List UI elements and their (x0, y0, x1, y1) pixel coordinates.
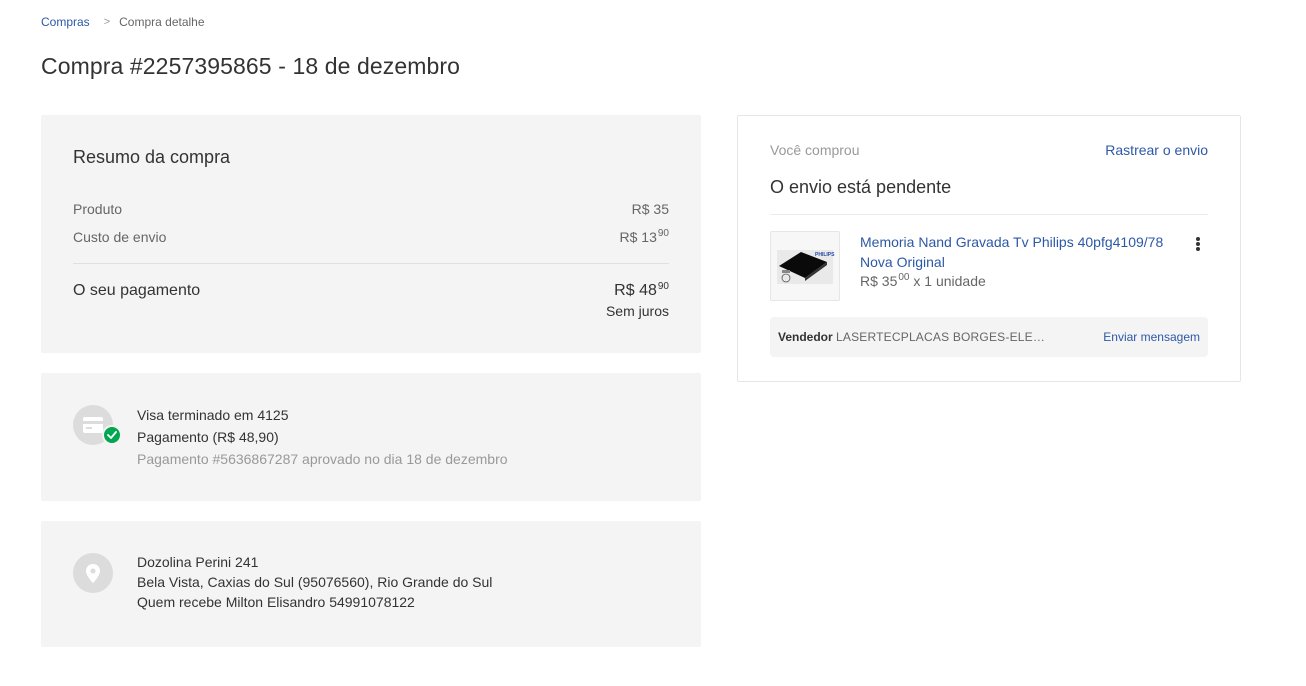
total-payment-cents: 90 (657, 281, 669, 292)
summary-divider (73, 263, 669, 264)
page-title: Compra #2257395865 - 18 de dezembro (41, 53, 461, 79)
product-quantity: x 1 unidade (909, 273, 986, 289)
shipping-cost-cents: 90 (657, 228, 669, 239)
total-payment-label: O seu pagamento (73, 282, 201, 299)
thumb-brand: PHILIPS (815, 252, 835, 258)
shipment-status: O envio está pendente (770, 177, 952, 197)
shipping-cost-label: Custo de envio (73, 229, 167, 245)
interest-note: Sem juros (605, 303, 669, 319)
seller-box: Vendedor LASERTECPLACAS BORGES-ELE… Envi… (770, 317, 1208, 357)
product-price-integer: R$ 35 (860, 273, 898, 289)
product-cost-amount: R$ 35 (631, 201, 669, 217)
breadcrumb: Compras > Compra detalhe (41, 15, 205, 29)
seller-name: LASERTECPLACAS BORGES-ELE… (836, 330, 1046, 344)
summary-title: Resumo da compra (73, 147, 231, 167)
payment-amount-line: Pagamento (R$ 48,90) (137, 429, 279, 445)
breadcrumb-compras-link[interactable]: Compras (41, 15, 90, 29)
product-cost-label: Produto (73, 201, 123, 217)
address-city: Bela Vista, Caxias do Sul (95076560), Ri… (137, 574, 493, 590)
track-shipment-link[interactable]: Rastrear o envio (1105, 142, 1208, 158)
address-card: Dozolina Perini 241 Bela Vista, Caxias d… (41, 521, 701, 647)
purchase-summary-card: Resumo da compra Produto R$ 35 Custo de … (41, 115, 701, 353)
payment-card: Visa terminado em 4125 Pagamento (R$ 48,… (41, 373, 701, 501)
shipment-divider (770, 214, 1208, 215)
breadcrumb-current: Compra detalhe (119, 15, 205, 29)
shipping-cost-integer: R$ 13 (619, 229, 657, 245)
breadcrumb-separator: > (103, 16, 111, 28)
seller-label: Vendedor (778, 330, 833, 344)
address-details: Dozolina Perini 241 Bela Vista, Caxias d… (137, 552, 492, 612)
address-receiver: Quem recebe Milton Elisandro 54991078122 (137, 594, 415, 610)
bought-label: Você comprou (770, 142, 860, 158)
total-payment-integer: R$ 48 (614, 282, 657, 299)
total-payment-amount: R$ 4890 (614, 281, 669, 300)
address-street: Dozolina Perini 241 (137, 554, 259, 570)
shipping-cost-row: Custo de envio R$ 1390 (73, 228, 669, 245)
payment-approval-line: Pagamento #5636867287 aprovado no dia 18… (137, 451, 508, 467)
card-line: Visa terminado em 4125 (137, 407, 289, 423)
shipment-card: Você comprou Rastrear o envio O envio es… (737, 115, 1241, 382)
shipping-cost-amount: R$ 1390 (619, 228, 669, 245)
location-pin-icon (73, 553, 113, 593)
product-thumbnail[interactable]: PHILIPS (770, 231, 840, 301)
product-title-link[interactable]: Memoria Nand Gravada Tv Philips 40pfg410… (860, 232, 1180, 272)
send-message-link[interactable]: Enviar mensagem (1103, 330, 1200, 344)
more-options-icon[interactable] (1194, 234, 1202, 254)
product-price-cents: 00 (898, 272, 910, 283)
product-cost-row: Produto R$ 35 (73, 201, 669, 217)
check-icon (102, 425, 122, 445)
total-payment-row: O seu pagamento R$ 4890 (73, 281, 669, 300)
payment-details: Visa terminado em 4125 Pagamento (R$ 48,… (137, 404, 508, 470)
product-price: R$ 3500 x 1 unidade (860, 272, 986, 289)
